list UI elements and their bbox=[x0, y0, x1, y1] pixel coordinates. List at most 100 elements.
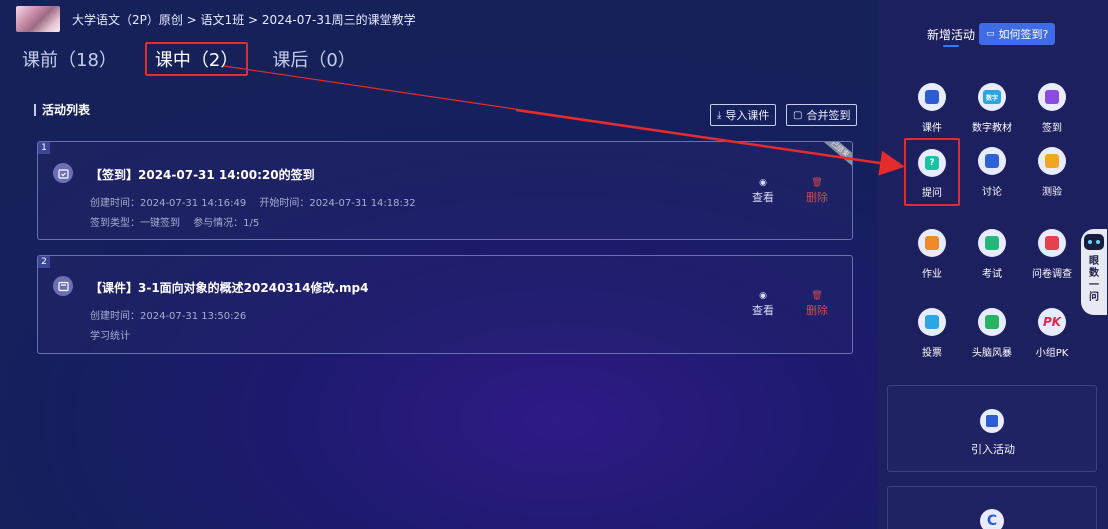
panel-header-underline bbox=[943, 45, 959, 47]
view-button[interactable]: ◉ 查看 bbox=[748, 178, 778, 205]
card-title: 【签到】2024-07-31 14:00:20的签到 bbox=[90, 168, 315, 182]
import-courseware-label: 导入课件 bbox=[725, 109, 770, 122]
delete-label: 删除 bbox=[806, 191, 828, 204]
tool-quiz[interactable]: 测验 bbox=[1022, 147, 1082, 198]
tool-brainstorm[interactable]: 头脑风暴 bbox=[962, 308, 1022, 359]
learning-stats-link[interactable]: 学习统计 bbox=[90, 327, 130, 342]
robot-icon bbox=[1084, 234, 1104, 250]
tool-label: 测验 bbox=[1042, 187, 1062, 198]
delete-button[interactable]: 🗑 删除 bbox=[802, 178, 832, 205]
tool-icon-shape bbox=[925, 236, 939, 250]
tool-label: 数字教材 bbox=[972, 123, 1012, 134]
tool-label: 课件 bbox=[922, 123, 942, 134]
tool-vote[interactable]: 投票 bbox=[902, 308, 962, 359]
brainstorm-icon bbox=[978, 308, 1006, 336]
tool-icon-shape bbox=[985, 154, 999, 168]
participation: 参与情况：1/5 bbox=[193, 218, 260, 229]
trash-icon: 🗑 bbox=[811, 291, 823, 301]
how-to-checkin-label: 如何签到? bbox=[998, 28, 1049, 41]
vote-icon bbox=[918, 308, 946, 336]
add-activity-panel: 新增活动 ▭ 如何签到? 引入活动 C 课件 数字 数字教材 签到? 提问 讨论 测验 作业考… bbox=[877, 0, 1108, 529]
tool-courseware[interactable]: 课件 bbox=[902, 83, 962, 134]
card-checkin-info: 签到类型：一键签到 参与情况：1/5 bbox=[90, 214, 259, 229]
created-time: 创建时间：2024-07-31 14:16:49 bbox=[90, 198, 247, 209]
view-label: 查看 bbox=[752, 191, 774, 204]
checkin-type: 签到类型：一键签到 bbox=[90, 218, 180, 229]
import-activity-button[interactable]: 引入活动 bbox=[887, 385, 1097, 472]
homework-icon bbox=[918, 229, 946, 257]
main-area: 大学语文（2P）原创 > 语文1班 > 2024-07-31周三的课堂教学 课前… bbox=[0, 0, 877, 529]
tool-icon-shape bbox=[1045, 236, 1059, 250]
eye-icon: ◉ bbox=[759, 291, 767, 301]
download-icon: ⤓ bbox=[717, 109, 722, 121]
tool-label: 头脑风暴 bbox=[972, 348, 1012, 359]
tool-checkin[interactable]: 签到 bbox=[1022, 83, 1082, 134]
panel-header: 新增活动 bbox=[927, 28, 976, 42]
ended-ribbon: 已结束 bbox=[816, 142, 852, 170]
ai-assistant-widget[interactable]: 眼数一问 bbox=[1081, 229, 1107, 315]
checkin-icon bbox=[1038, 83, 1066, 111]
how-to-checkin-button[interactable]: ▭ 如何签到? bbox=[979, 23, 1056, 45]
top-bar: 大学语文（2P）原创 > 语文1班 > 2024-07-31周三的课堂教学 bbox=[16, 6, 416, 32]
tab-during-class[interactable]: 课中（2） bbox=[144, 42, 249, 76]
created-time: 创建时间：2024-07-31 13:50:26 bbox=[90, 311, 247, 322]
merge-checkin-button[interactable]: ▢ 合并签到 bbox=[786, 104, 858, 126]
import-courseware-button[interactable]: ⤓ 导入课件 bbox=[710, 104, 777, 126]
tool-label: 小组PK bbox=[1035, 348, 1069, 359]
tool-label: 作业 bbox=[922, 269, 942, 280]
card-title: 【课件】3-1面向对象的概述20240314修改.mp4 bbox=[90, 281, 369, 295]
tool-icon-shape: ? bbox=[925, 156, 939, 170]
discussion-icon bbox=[978, 147, 1006, 175]
tool-icon-shape bbox=[1045, 154, 1059, 168]
tool-label: 投票 bbox=[922, 348, 942, 359]
tool-question[interactable]: ? 提问 bbox=[904, 138, 960, 206]
tool-label: 签到 bbox=[1042, 123, 1062, 134]
view-label: 查看 bbox=[752, 304, 774, 317]
card-index: 2 bbox=[38, 256, 50, 268]
view-button[interactable]: ◉ 查看 bbox=[748, 291, 778, 318]
import-icon bbox=[980, 409, 1004, 433]
tool-group-pk[interactable]: PK 小组PK bbox=[1022, 308, 1082, 359]
import-activity-label: 引入活动 bbox=[971, 443, 1015, 456]
tool-discussion[interactable]: 讨论 bbox=[962, 147, 1022, 198]
tool-icon-shape bbox=[985, 315, 999, 329]
eye-icon: ◉ bbox=[759, 178, 767, 188]
breadcrumb[interactable]: 大学语文（2P）原创 > 语文1班 > 2024-07-31周三的课堂教学 bbox=[72, 11, 416, 28]
activity-card-checkin[interactable]: 1 已结束 【签到】2024-07-31 14:00:20的签到 创建时间：20… bbox=[37, 141, 853, 240]
courseware-icon bbox=[53, 276, 73, 296]
tool-label: 考试 bbox=[982, 269, 1002, 280]
video-icon: ▭ bbox=[986, 29, 995, 39]
trash-icon: 🗑 bbox=[811, 178, 823, 188]
tab-after-class[interactable]: 课后（0） bbox=[272, 46, 355, 72]
refresh-activity-button[interactable]: C bbox=[887, 486, 1097, 529]
question-icon: ? bbox=[918, 149, 946, 177]
tool-survey[interactable]: 问卷调查 bbox=[1022, 229, 1082, 280]
delete-label: 删除 bbox=[806, 304, 828, 317]
tool-icon-shape bbox=[1045, 90, 1059, 104]
group-pk-icon: PK bbox=[1038, 308, 1066, 336]
courseware-icon bbox=[918, 83, 946, 111]
tool-homework[interactable]: 作业 bbox=[902, 229, 962, 280]
assistant-label: 眼数一问 bbox=[1089, 256, 1099, 303]
tool-icon-shape bbox=[925, 315, 939, 329]
card-times: 创建时间：2024-07-31 14:16:49 开始时间：2024-07-31… bbox=[90, 194, 416, 209]
survey-icon bbox=[1038, 229, 1066, 257]
tool-icon-shape: 数字 bbox=[983, 90, 1001, 104]
start-time: 开始时间：2024-07-31 14:18:32 bbox=[259, 198, 416, 209]
tool-label: 提问 bbox=[922, 188, 942, 199]
tool-digital-textbook[interactable]: 数字 数字教材 bbox=[962, 83, 1022, 134]
tool-exam[interactable]: 考试 bbox=[962, 229, 1022, 280]
merge-checkin-label: 合并签到 bbox=[806, 109, 851, 122]
tool-label: 问卷调查 bbox=[1032, 269, 1072, 280]
activity-card-courseware[interactable]: 2 【课件】3-1面向对象的概述20240314修改.mp4 创建时间：2024… bbox=[37, 255, 853, 354]
tab-before-class[interactable]: 课前（18） bbox=[22, 46, 117, 72]
phase-tabs: 课前（18） 课中（2） 课后（0） bbox=[22, 42, 356, 76]
delete-button[interactable]: 🗑 删除 bbox=[802, 291, 832, 318]
digital-textbook-icon: 数字 bbox=[978, 83, 1006, 111]
card-index: 1 bbox=[38, 142, 50, 154]
course-thumbnail bbox=[16, 6, 60, 32]
tool-label: 讨论 bbox=[982, 187, 1002, 198]
refresh-icon: C bbox=[980, 509, 1004, 529]
quiz-icon bbox=[1038, 147, 1066, 175]
calendar-check-icon bbox=[53, 163, 73, 183]
